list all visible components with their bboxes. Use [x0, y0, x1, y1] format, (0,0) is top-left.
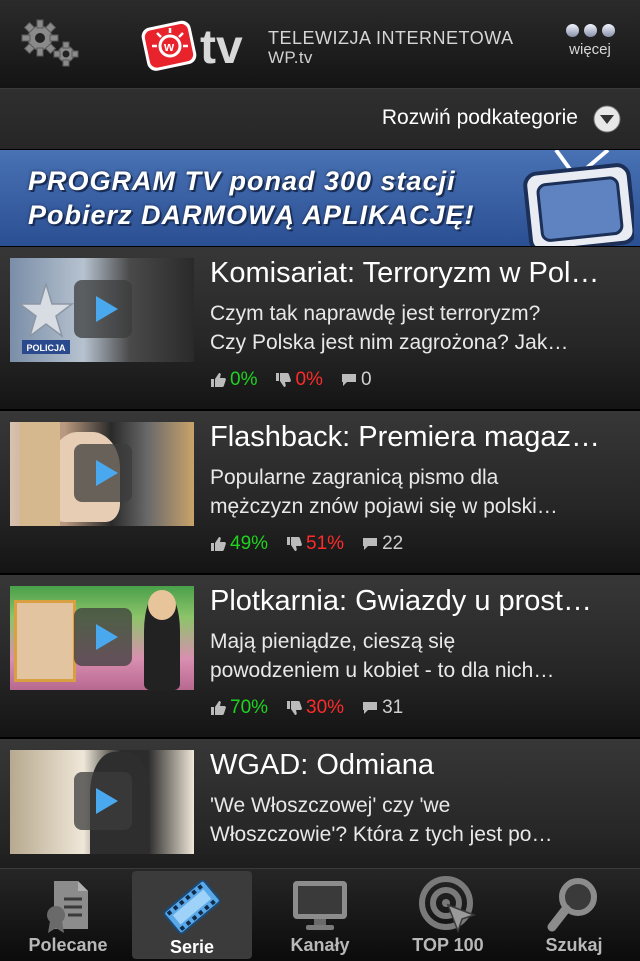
- monitor-icon: [293, 881, 347, 930]
- video-thumbnail: [10, 750, 194, 854]
- tab-label: Polecane: [28, 935, 108, 955]
- video-thumbnail: [10, 422, 194, 526]
- video-title: Flashback: Premiera magaz…: [210, 421, 601, 453]
- comment-icon: [363, 702, 378, 714]
- comments-value: 22: [382, 533, 404, 554]
- thumbs-down-icon: [287, 701, 302, 715]
- target-icon: [419, 876, 477, 934]
- dislikes-value: 0%: [295, 369, 323, 390]
- tab-bar: Polecane Serie Kanały TOP 100 Szukaj: [0, 868, 640, 961]
- likes-stat: 70%: [210, 697, 268, 719]
- dislikes-stat: 30%: [286, 697, 344, 719]
- wp-tv-logo[interactable]: w tv: [138, 16, 258, 74]
- badge-text: POLICJA: [26, 343, 66, 353]
- comments-stat: 31: [362, 697, 403, 719]
- tab-serie[interactable]: Serie: [132, 871, 252, 959]
- tab-label: TOP 100: [412, 935, 484, 955]
- likes-value: 70%: [230, 697, 269, 718]
- video-description: Popularne zagranicą pismo dla mężczyzn z…: [210, 463, 625, 521]
- video-stats: 49% 51% 22: [210, 533, 421, 555]
- dislikes-stat: 51%: [286, 533, 344, 555]
- dislikes-value: 30%: [306, 697, 345, 718]
- list-item[interactable]: Plotkarnia: Gwiazdy u prost… Mają pienią…: [0, 575, 640, 737]
- document-icon: [47, 881, 88, 933]
- more-button[interactable]: więcej: [560, 24, 620, 58]
- presenter-face-shape: [148, 590, 176, 620]
- tab-label: Serie: [169, 937, 215, 957]
- video-description: 'We Włoszczowej' czy 'we Włoszczowie'? K…: [210, 791, 625, 849]
- dislikes-stat: 0%: [275, 369, 323, 391]
- police-badge-icon: POLICJA: [17, 282, 75, 354]
- tab-szukaj[interactable]: Szukaj: [514, 869, 634, 961]
- play-icon[interactable]: [74, 444, 132, 502]
- magnifier-icon: [547, 878, 597, 932]
- description-line: Mają pieniądze, cieszą się: [210, 630, 456, 653]
- description-line: Popularne zagranicą pismo dla: [210, 466, 499, 489]
- comments-value: 0: [360, 369, 372, 390]
- gear-icon[interactable]: [20, 18, 82, 70]
- more-label: więcej: [569, 41, 611, 58]
- video-stats: 70% 30% 31: [210, 697, 421, 719]
- thumbs-up-icon: [211, 373, 226, 387]
- chevron-down-icon: [593, 105, 621, 133]
- description-line: 'We Włoszczowej' czy 'we: [210, 794, 451, 817]
- likes-value: 0%: [230, 369, 258, 390]
- video-stats: 0% 0% 0: [210, 369, 390, 391]
- video-title: WGAD: Odmiana: [210, 749, 434, 781]
- portrait-shape: [14, 600, 76, 682]
- hair-shape: [20, 422, 60, 526]
- video-description: Mają pieniądze, cieszą się powodzeniem u…: [210, 627, 625, 685]
- logo-tv-text: tv: [200, 21, 243, 74]
- likes-value: 49%: [230, 533, 269, 554]
- tab-label: Szukaj: [545, 935, 603, 955]
- tab-polecane[interactable]: Polecane: [8, 869, 128, 961]
- comments-value: 31: [382, 697, 404, 718]
- video-description: Czym tak naprawdę jest terroryzm? Czy Po…: [210, 299, 625, 357]
- video-thumbnail: POLICJA: [10, 258, 194, 362]
- thumbs-down-icon: [276, 373, 292, 387]
- description-line: Włoszczowie'? Która z tych jest po…: [210, 823, 553, 846]
- brand-text: TELEWIZJA INTERNETOWA WP.tv: [268, 28, 514, 68]
- tab-label: Kanały: [290, 935, 350, 955]
- thumbs-down-icon: [287, 537, 302, 551]
- comments-stat: 22: [362, 533, 403, 555]
- dots-icon: [560, 24, 620, 37]
- brand-line-2: WP.tv: [268, 48, 313, 67]
- thumbs-up-icon: [211, 701, 226, 715]
- expand-subcategories-label: Rozwiń podkategorie: [381, 106, 578, 129]
- list-item[interactable]: POLICJA Komisariat: Terroryzm w Pol… Czy…: [0, 247, 640, 409]
- comments-stat: 0: [341, 369, 372, 391]
- play-icon[interactable]: [74, 772, 132, 830]
- app-header: w tv TELEWIZJA INTERNETOWA WP.tv więcej: [0, 0, 640, 89]
- film-icon: [163, 879, 221, 935]
- description-line: Czy Polska jest nim zagrożona? Jak…: [210, 331, 569, 354]
- comment-icon: [363, 538, 378, 550]
- tab-top100[interactable]: TOP 100: [388, 869, 508, 961]
- likes-stat: 49%: [210, 533, 268, 555]
- tab-kanaly[interactable]: Kanały: [260, 869, 380, 961]
- comment-icon: [341, 374, 356, 386]
- app-promo-banner[interactable]: PROGRAM TV ponad 300 stacji Pobierz DARM…: [0, 150, 640, 246]
- description-line: powodzeniem u kobiet - to dla nich…: [210, 659, 555, 682]
- dislikes-value: 51%: [306, 533, 345, 554]
- expand-subcategories-bar[interactable]: Rozwiń podkategorie: [0, 89, 640, 149]
- video-thumbnail: [10, 586, 194, 690]
- play-icon[interactable]: [74, 280, 132, 338]
- video-list: POLICJA Komisariat: Terroryzm w Pol… Czy…: [0, 247, 640, 903]
- brand-line-1: TELEWIZJA INTERNETOWA: [268, 28, 514, 48]
- tv-icon: [523, 150, 634, 246]
- description-line: Czym tak naprawdę jest terroryzm?: [210, 302, 541, 325]
- list-item[interactable]: Flashback: Premiera magaz… Popularne zag…: [0, 411, 640, 573]
- svg-text:w: w: [163, 39, 175, 54]
- banner-line-2: Pobierz DARMOWĄ APLIKACJĘ!: [28, 200, 475, 230]
- likes-stat: 0%: [210, 369, 257, 391]
- description-line: mężczyzn znów pojawi się w polski…: [210, 495, 558, 518]
- banner-line-1: PROGRAM TV ponad 300 stacji: [28, 166, 456, 196]
- play-icon[interactable]: [74, 608, 132, 666]
- thumbs-up-icon: [211, 537, 226, 551]
- video-title: Plotkarnia: Gwiazdy u prost…: [210, 585, 592, 617]
- video-title: Komisariat: Terroryzm w Pol…: [210, 257, 600, 289]
